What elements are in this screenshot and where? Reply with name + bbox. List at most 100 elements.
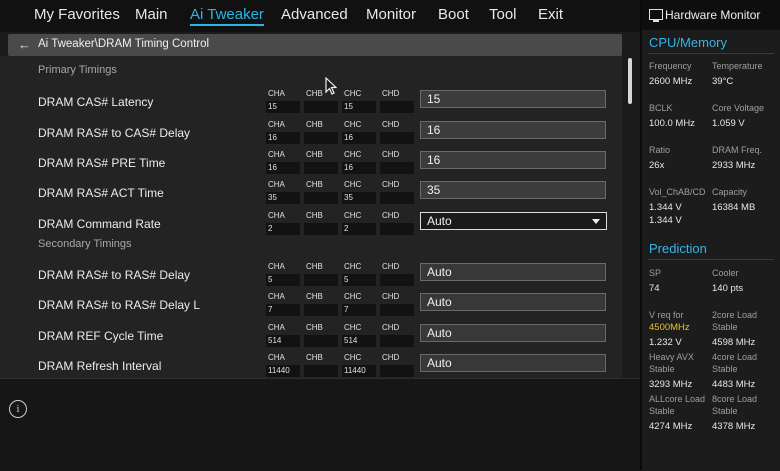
mouse-cursor-icon [325,77,337,95]
sp-value: 74 [649,283,660,294]
channel-chb-readout: CHB [304,180,338,206]
channel-chd-readout: CHD [380,180,414,206]
vol-chcd-value: 1.344 V [649,215,682,226]
channel-value: 11440 [342,365,376,377]
tab-monitor[interactable]: Monitor [366,6,416,23]
dram-freq-label: DRAM Freq. [712,145,763,155]
allcore-load-sublabel: Stable [649,406,675,416]
channel-value [304,132,338,144]
channel-chb-readout: CHB [304,353,338,379]
dram-freq-value: 2933 MHz [712,160,756,171]
setting-value-field[interactable]: 16 [420,151,606,169]
frequency-value: 2600 MHz [649,76,693,87]
setting-value-field[interactable]: 35 [420,181,606,199]
channel-cha-readout: CHA 2 [266,211,300,237]
hardware-monitor-title: Hardware Monitor [665,8,761,22]
command-rate-select[interactable]: Auto [420,212,607,230]
channel-name: CHC [344,323,362,332]
cooler-value: 140 pts [712,283,744,294]
channel-chb-readout: CHB [304,120,338,146]
channel-chd-readout: CHD [380,323,414,349]
tab-advanced[interactable]: Advanced [281,6,348,23]
channel-value [380,101,414,113]
channel-value [380,223,414,235]
channel-value: 7 [342,304,376,316]
prediction-separator [648,259,774,260]
setting-label: DRAM Refresh Interval [38,359,162,373]
setting-value-field[interactable]: Auto [420,293,606,311]
channel-cha-readout: CHA 7 [266,292,300,318]
setting-value-field[interactable]: Auto [420,324,606,342]
channel-value [380,274,414,286]
channel-name: CHC [344,211,362,220]
info-icon[interactable]: i [9,400,27,418]
channel-name: CHA [268,180,285,189]
ratio-value: 26x [649,160,665,171]
channel-value: 15 [342,101,376,113]
channel-value: 5 [266,274,300,286]
heavy-avx-value: 3293 MHz [649,379,693,390]
channel-cha-readout: CHA 5 [266,262,300,288]
channel-value: 16 [266,132,300,144]
channel-cha-readout: CHA 15 [266,89,300,115]
channel-chd-readout: CHD [380,150,414,176]
chevron-down-icon [592,219,600,224]
channel-name: CHD [382,150,400,159]
channel-name: CHB [306,150,323,159]
section-primary-timings: Primary Timings [38,64,117,76]
setting-label: DRAM RAS# ACT Time [38,186,164,200]
temperature-value: 39°C [712,76,734,87]
channel-value: 35 [342,192,376,204]
4core-load-sublabel: Stable [712,364,738,374]
channel-name: CHA [268,262,285,271]
tab-main[interactable]: Main [135,6,168,23]
tab-my-favorites[interactable]: My Favorites [34,6,120,23]
cpu-memory-separator [648,53,774,54]
channel-name: CHB [306,353,323,362]
channel-value [304,162,338,174]
setting-value-field[interactable]: 16 [420,121,606,139]
tab-tool[interactable]: Tool [489,6,517,23]
breadcrumb: ← Ai Tweaker\DRAM Timing Control [8,34,622,56]
cooler-label: Cooler [712,268,739,278]
channel-value: 514 [266,335,300,347]
channel-chc-readout: CHC 2 [342,211,376,237]
channel-chc-readout: CHC 514 [342,323,376,349]
channel-value [380,304,414,316]
channel-value: 2 [266,223,300,235]
channel-chd-readout: CHD [380,353,414,379]
setting-value-field[interactable]: Auto [420,354,606,372]
channel-chc-readout: CHC 5 [342,262,376,288]
setting-value-field[interactable]: 15 [420,90,606,108]
temperature-label: Temperature [712,61,763,71]
monitor-icon [649,9,663,22]
setting-label: DRAM RAS# PRE Time [38,156,166,170]
channel-value: 16 [342,132,376,144]
channel-name: CHB [306,323,323,332]
channel-name: CHB [306,292,323,301]
tab-ai-tweaker[interactable]: Ai Tweaker [190,6,264,26]
bclk-value: 100.0 MHz [649,118,695,129]
vreq-frequency: 4500MHz [649,322,690,333]
setting-value-field[interactable]: Auto [420,263,606,281]
channel-name: CHD [382,292,400,301]
channel-name: CHD [382,353,400,362]
channel-name: CHB [306,211,323,220]
channel-chd-readout: CHD [380,262,414,288]
channel-value [304,101,338,113]
tab-exit[interactable]: Exit [538,6,563,23]
4core-load-value: 4483 MHz [712,379,756,390]
channel-chb-readout: CHB [304,150,338,176]
arrow-left-icon[interactable]: ← [18,37,31,52]
channel-name: CHA [268,323,285,332]
hardware-monitor-panel: Hardware Monitor CPU/Memory Frequency 26… [642,0,780,470]
channel-cha-readout: CHA 35 [266,180,300,206]
scrollbar[interactable] [628,58,632,104]
channel-value [380,365,414,377]
channel-name: CHC [344,120,362,129]
tab-boot[interactable]: Boot [438,6,469,23]
channel-name: CHA [268,120,285,129]
help-panel: i [0,378,640,471]
channel-chc-readout: CHC 16 [342,150,376,176]
setting-label: DRAM RAS# to RAS# Delay L [38,298,201,312]
